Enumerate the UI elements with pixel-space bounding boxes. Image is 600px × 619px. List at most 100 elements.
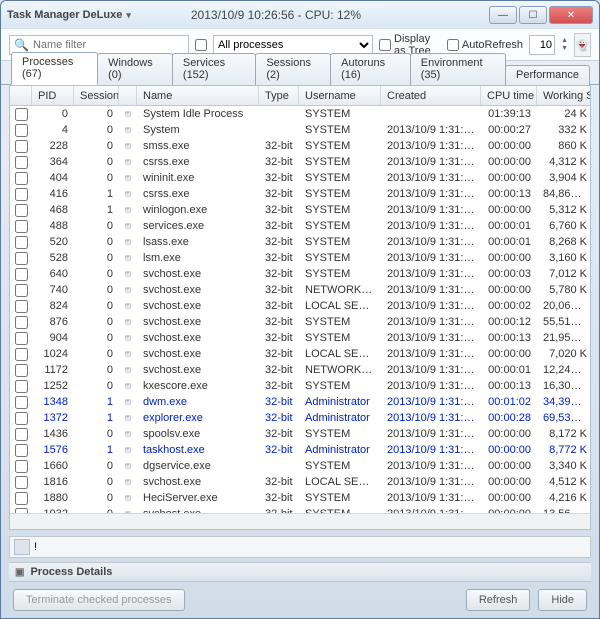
tab-3[interactable]: Sessions (2) <box>255 53 331 85</box>
row-checkbox[interactable] <box>15 156 28 169</box>
spin-down-icon[interactable]: ▼ <box>561 45 568 53</box>
titlebar-status: 2013/10/9 10:26:56 - CPU: 12% <box>191 8 489 22</box>
row-checkbox[interactable] <box>15 124 28 137</box>
row-checkbox[interactable] <box>15 108 28 121</box>
row-checkbox[interactable] <box>15 380 28 393</box>
process-type-icon <box>119 395 137 409</box>
maximize-button[interactable]: ☐ <box>519 6 547 24</box>
hide-button[interactable]: Hide <box>538 589 587 611</box>
chevron-down-icon[interactable]: ▾ <box>126 10 131 21</box>
table-row[interactable]: 8760svchost.exe32-bitSYSTEM2013/10/9 1:3… <box>10 314 590 330</box>
name-filter-input[interactable] <box>33 39 173 51</box>
row-checkbox[interactable] <box>15 268 28 281</box>
table-row[interactable]: 4040wininit.exe32-bitSYSTEM2013/10/9 1:3… <box>10 170 590 186</box>
table-row[interactable]: 16600dgservice.exeSYSTEM2013/10/9 1:31:1… <box>10 458 590 474</box>
horizontal-scrollbar[interactable] <box>10 513 590 529</box>
row-checkbox[interactable] <box>15 476 28 489</box>
grid-header[interactable]: PID Session Name Type Username Created C… <box>10 86 590 106</box>
row-checkbox[interactable] <box>15 300 28 313</box>
table-row[interactable]: 18160svchost.exe32-bitLOCAL SERVICE2013/… <box>10 474 590 490</box>
table-row[interactable]: 19320svchost.exe32-bitSYSTEM2013/10/9 1:… <box>10 506 590 513</box>
process-details-header[interactable]: ▣ Process Details <box>9 562 591 582</box>
row-checkbox[interactable] <box>15 332 28 345</box>
titlebar[interactable]: Task Manager DeLuxe▾ 2013/10/9 10:26:56 … <box>1 1 599 29</box>
name-filter-check[interactable] <box>195 39 207 51</box>
col-name[interactable]: Name <box>137 86 259 105</box>
spin-up-icon[interactable]: ▲ <box>561 37 568 45</box>
row-checkbox[interactable] <box>15 412 28 425</box>
table-row[interactable]: 6400svchost.exe32-bitSYSTEM2013/10/9 1:3… <box>10 266 590 282</box>
close-button[interactable]: ✕ <box>549 6 593 24</box>
process-filter-select[interactable]: All processes <box>213 35 373 55</box>
table-row[interactable]: 5280lsm.exe32-bitSYSTEM2013/10/9 1:31:10… <box>10 250 590 266</box>
row-checkbox[interactable] <box>15 252 28 265</box>
row-checkbox[interactable] <box>15 140 28 153</box>
autorefresh-check[interactable]: AutoRefresh <box>447 39 523 51</box>
process-type-icon <box>119 203 137 217</box>
col-session[interactable]: Session <box>74 86 119 105</box>
table-row[interactable]: 13481dwm.exe32-bitAdministrator2013/10/9… <box>10 394 590 410</box>
tab-0[interactable]: Processes (67) <box>11 52 98 85</box>
tab-6[interactable]: Performance <box>505 65 590 85</box>
cell-pid: 1660 <box>32 460 74 472</box>
col-username[interactable]: Username <box>299 86 381 105</box>
cell-username: SYSTEM <box>299 252 381 264</box>
cell-workingset: 8,172 K <box>537 428 590 440</box>
cell-name: HeciServer.exe <box>137 492 259 504</box>
table-row[interactable]: 14360spoolsv.exe32-bitSYSTEM2013/10/9 1:… <box>10 426 590 442</box>
table-row[interactable]: 3640csrss.exe32-bitSYSTEM2013/10/9 1:31:… <box>10 154 590 170</box>
row-checkbox[interactable] <box>15 460 28 473</box>
process-icon <box>14 539 30 555</box>
row-checkbox[interactable] <box>15 204 28 217</box>
cell-workingset: 3,160 K <box>537 252 590 264</box>
cell-username: SYSTEM <box>299 460 381 472</box>
row-checkbox[interactable] <box>15 492 28 505</box>
ghost-button[interactable]: 👻 <box>574 33 591 57</box>
tab-2[interactable]: Services (152) <box>172 53 256 85</box>
table-row[interactable]: 4681winlogon.exe32-bitSYSTEM2013/10/9 1:… <box>10 202 590 218</box>
table-row[interactable]: 11720svchost.exe32-bitNETWORK SER...2013… <box>10 362 590 378</box>
col-cputime[interactable]: CPU time <box>481 86 537 105</box>
process-type-icon <box>119 219 137 233</box>
row-checkbox[interactable] <box>15 172 28 185</box>
row-checkbox[interactable] <box>15 284 28 297</box>
row-checkbox[interactable] <box>15 316 28 329</box>
table-row[interactable]: 12520kxescore.exe32-bitSYSTEM2013/10/9 1… <box>10 378 590 394</box>
refresh-button[interactable]: Refresh <box>466 589 531 611</box>
tab-4[interactable]: Autoruns (16) <box>330 53 411 85</box>
process-type-icon <box>119 411 137 425</box>
row-checkbox[interactable] <box>15 396 28 409</box>
table-row[interactable]: 2280smss.exe32-bitSYSTEM2013/10/9 1:31:0… <box>10 138 590 154</box>
grid-body[interactable]: 00System Idle ProcessSYSTEM01:39:1324 K4… <box>10 106 590 513</box>
cell-session: 0 <box>74 140 119 152</box>
table-row[interactable]: 15761taskhost.exe32-bitAdministrator2013… <box>10 442 590 458</box>
col-type[interactable]: Type <box>259 86 299 105</box>
tab-5[interactable]: Environment (35) <box>410 53 506 85</box>
table-row[interactable]: 8240svchost.exe32-bitLOCAL SERVICE2013/1… <box>10 298 590 314</box>
row-checkbox[interactable] <box>15 236 28 249</box>
col-workingset[interactable]: Working Set <box>537 86 591 105</box>
table-row[interactable]: 40SystemSYSTEM2013/10/9 1:31:0600:00:273… <box>10 122 590 138</box>
col-pid[interactable]: PID <box>32 86 74 105</box>
table-row[interactable]: 18800HeciServer.exe32-bitSYSTEM2013/10/9… <box>10 490 590 506</box>
minimize-button[interactable]: — <box>489 6 517 24</box>
row-checkbox[interactable] <box>15 364 28 377</box>
terminate-button[interactable]: Terminate checked processes <box>13 589 185 611</box>
table-row[interactable]: 4161csrss.exe32-bitSYSTEM2013/10/9 1:31:… <box>10 186 590 202</box>
table-row[interactable]: 7400svchost.exe32-bitNETWORK SER...2013/… <box>10 282 590 298</box>
table-row[interactable]: 9040svchost.exe32-bitSYSTEM2013/10/9 1:3… <box>10 330 590 346</box>
tab-1[interactable]: Windows (0) <box>97 53 173 85</box>
row-checkbox[interactable] <box>15 444 28 457</box>
refresh-interval-input[interactable] <box>529 35 555 55</box>
row-checkbox[interactable] <box>15 188 28 201</box>
table-row[interactable]: 4880services.exe32-bitSYSTEM2013/10/9 1:… <box>10 218 590 234</box>
row-checkbox[interactable] <box>15 428 28 441</box>
table-row[interactable]: 13721explorer.exe32-bitAdministrator2013… <box>10 410 590 426</box>
row-checkbox[interactable] <box>15 220 28 233</box>
table-row[interactable]: 5200lsass.exe32-bitSYSTEM2013/10/9 1:31:… <box>10 234 590 250</box>
table-row[interactable]: 00System Idle ProcessSYSTEM01:39:1324 K <box>10 106 590 122</box>
table-row[interactable]: 10240svchost.exe32-bitLOCAL SERVICE2013/… <box>10 346 590 362</box>
col-created[interactable]: Created <box>381 86 481 105</box>
row-checkbox[interactable] <box>15 348 28 361</box>
expand-icon[interactable]: ▣ <box>15 567 24 578</box>
